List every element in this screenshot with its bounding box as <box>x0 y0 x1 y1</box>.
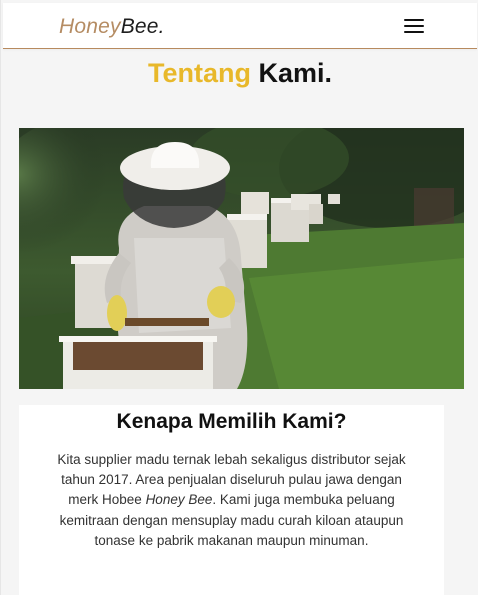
why-choose-us-title: Kenapa Memilih Kami? <box>116 410 347 433</box>
hero-image <box>19 128 464 389</box>
glove-right <box>207 286 235 318</box>
brand-logo[interactable]: HoneyBee. <box>59 14 165 40</box>
page-title-part2: Kami. <box>250 58 333 88</box>
menu-bar <box>404 31 424 33</box>
brand-bee-text: Bee. <box>120 15 165 38</box>
menu-bar <box>404 19 424 21</box>
hive-box <box>328 194 340 204</box>
grass-field-front <box>249 258 464 389</box>
front-hive-rim <box>59 336 217 342</box>
beekeeper-photo <box>19 128 464 389</box>
page-title: Tentang Kami. <box>1 56 478 90</box>
glove-left <box>107 295 127 331</box>
brand-honey-text: Honey <box>59 15 121 38</box>
page-frame: HoneyBee. Tentang Kami. Kenapa Memilih K… <box>0 0 478 595</box>
hive-box <box>241 192 269 214</box>
hive-lid <box>227 214 267 220</box>
hive-box <box>309 204 323 224</box>
navbar: HoneyBee. <box>3 3 477 49</box>
why-choose-us-card: Kenapa Memilih Kami? Kita supplier madu … <box>19 405 444 595</box>
page-title-part1: Tentang <box>147 58 251 88</box>
why-choose-us-text: Kita supplier madu ternak lebah sekaligu… <box>49 450 414 551</box>
front-hive-opening <box>73 340 203 370</box>
why-text-italic: Honey Bee <box>145 492 213 508</box>
hamburger-menu-icon[interactable] <box>401 15 427 37</box>
menu-bar <box>404 25 424 27</box>
hive-frame <box>125 318 209 326</box>
